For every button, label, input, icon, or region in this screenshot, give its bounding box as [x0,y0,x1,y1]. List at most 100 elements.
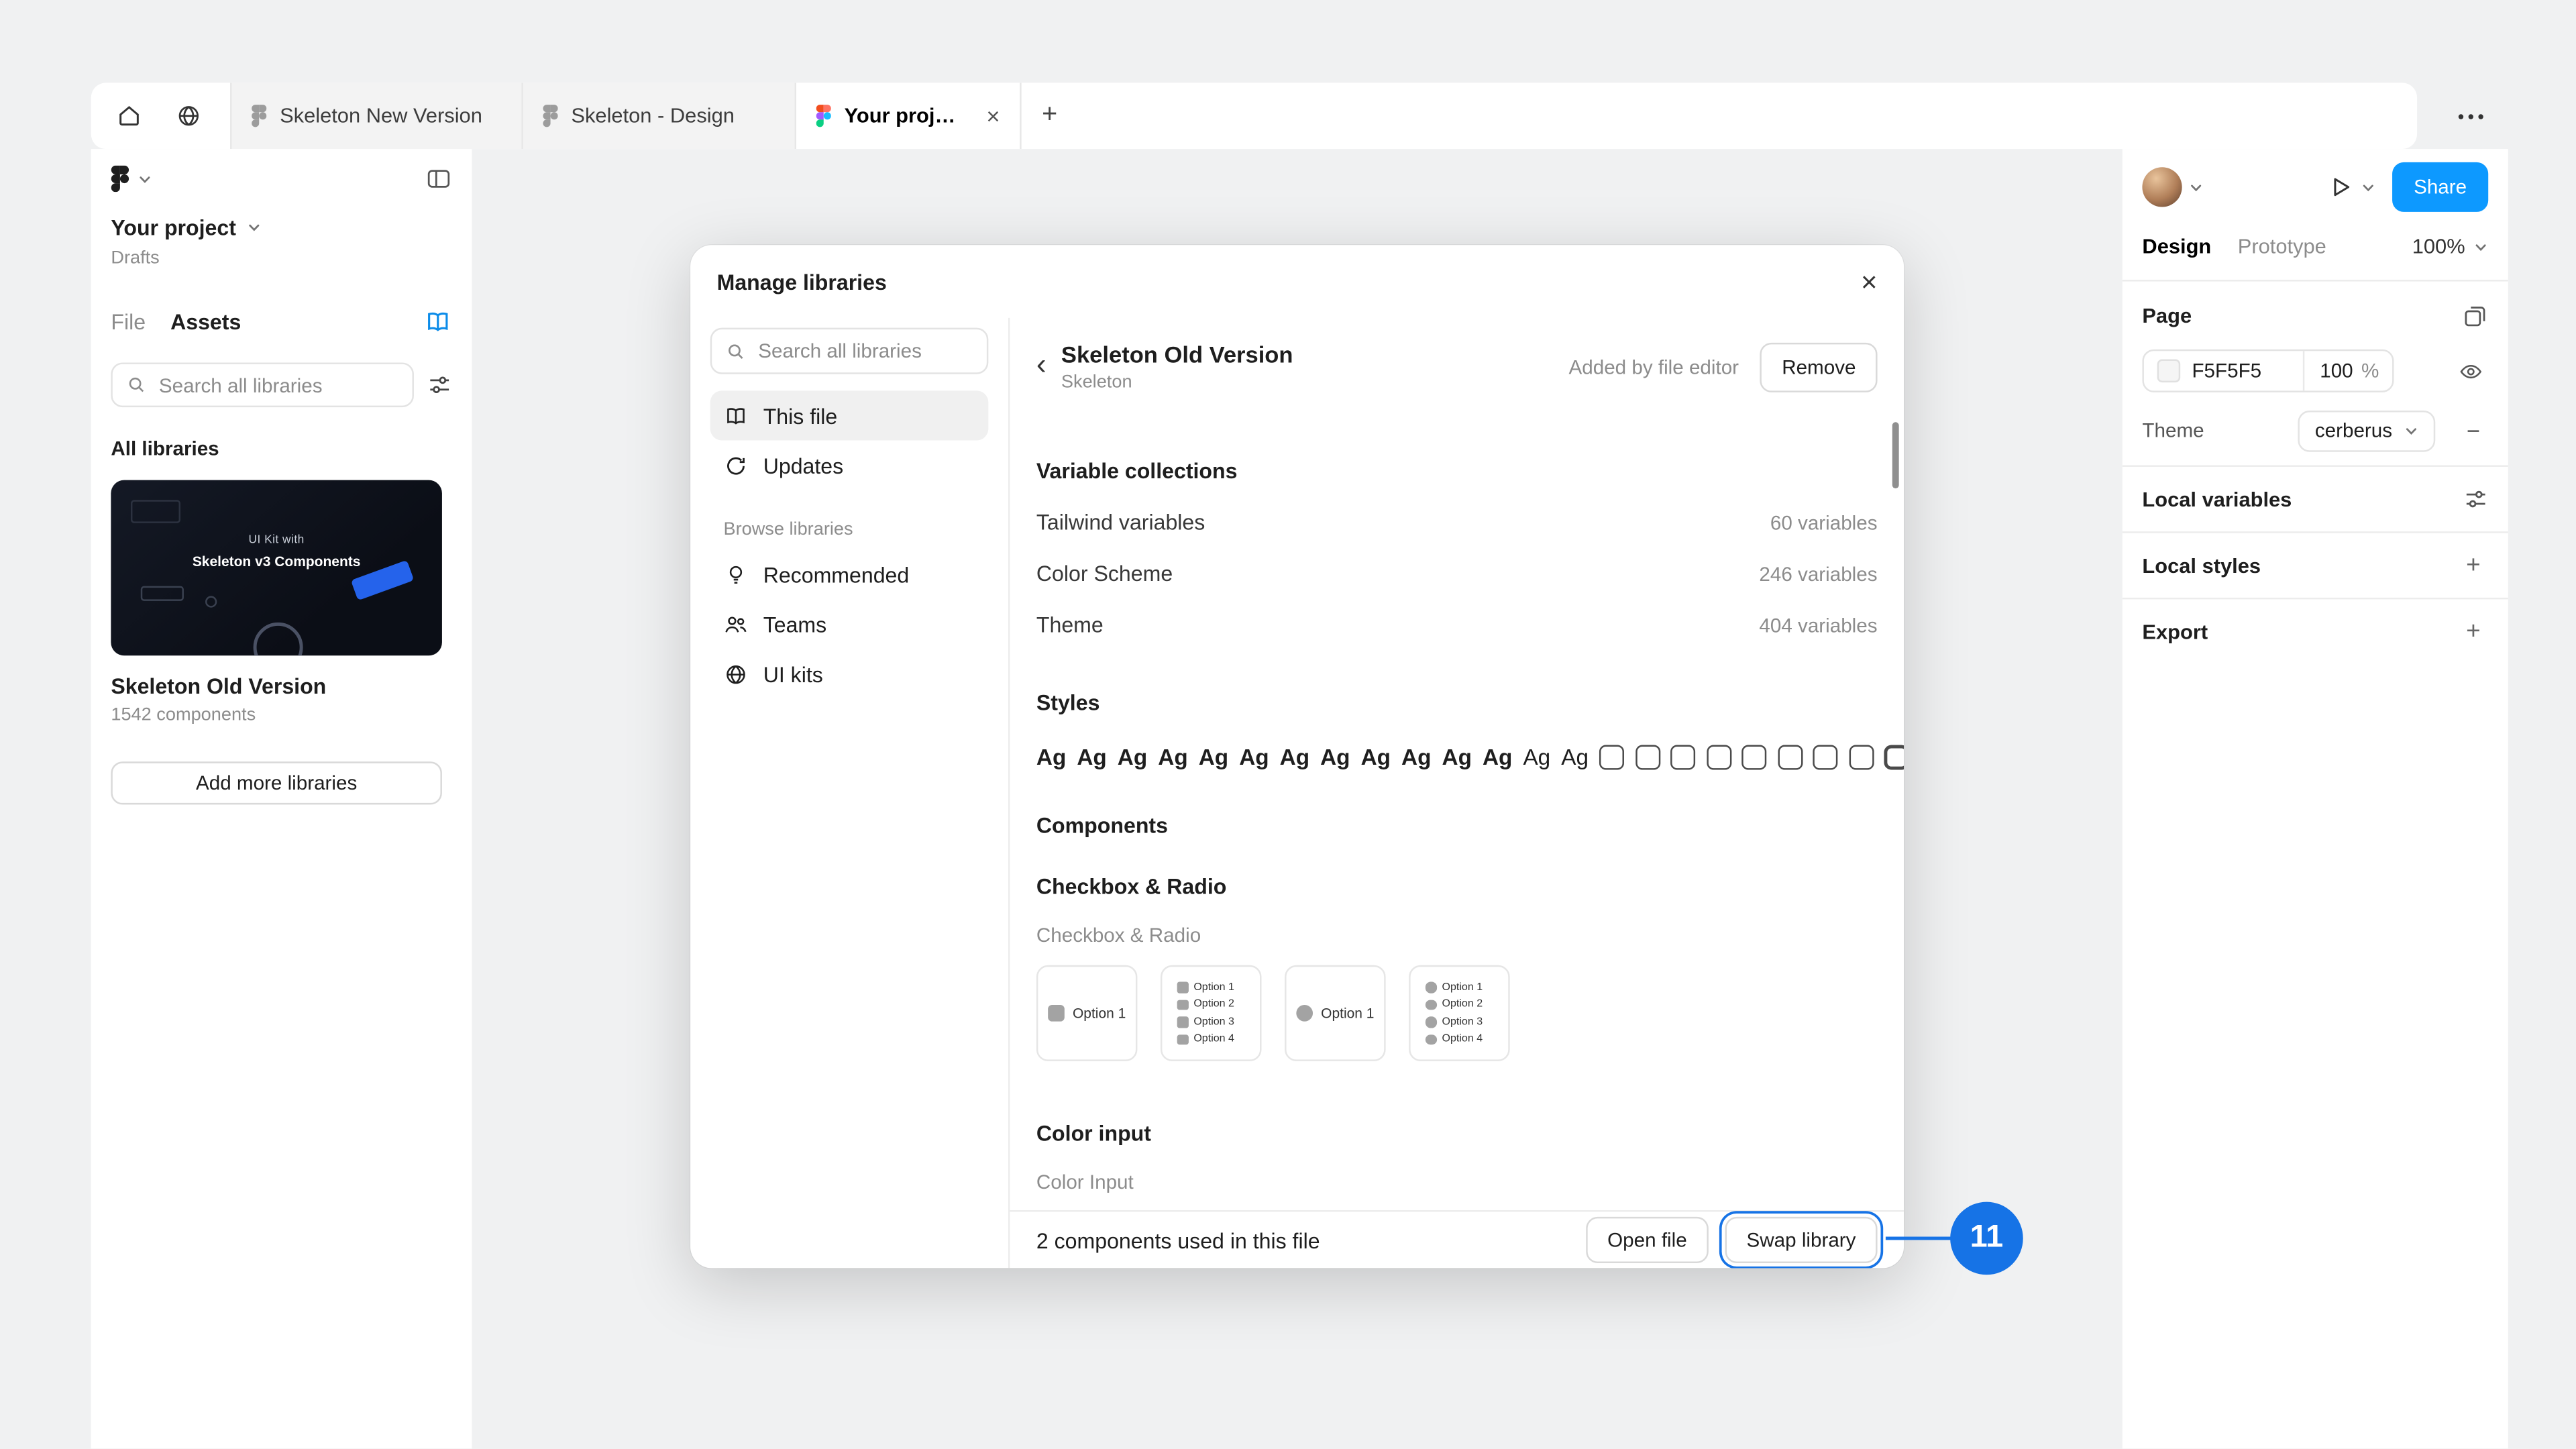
community-button[interactable] [164,91,213,141]
tab-file[interactable]: File [111,309,146,334]
color-swatch[interactable] [2157,360,2181,383]
user-avatar[interactable] [2142,167,2182,207]
page-section-label: Page [2142,305,2192,328]
library-name: Skeleton Old Version [111,674,451,698]
components-heading: Components [1036,813,1878,838]
globe-icon [723,661,748,686]
page-color-hex[interactable]: F5F5F5 [2192,360,2261,383]
tutorial-step-badge: 11 [1950,1202,2023,1275]
figma-app-window: Skeleton New Version Skeleton - Design Y… [0,0,2576,1448]
page-color-field[interactable]: F5F5F5 100 % [2142,350,2394,392]
add-more-libraries-button[interactable]: Add more libraries [111,761,442,804]
modal-scrollbar[interactable] [1892,422,1899,488]
add-style-button[interactable]: + [2459,551,2488,580]
checkbox-glyph [1177,981,1188,992]
nav-item-label: Recommended [763,562,910,587]
thumbnail-decoration [131,500,180,523]
theme-value: cerberus [2315,419,2392,442]
local-variables-section: Local variables [2123,465,2508,531]
ellipsis-icon [2458,113,2463,118]
nav-item-label: UI kits [763,661,823,686]
nav-item-teams[interactable]: Teams [710,599,989,649]
tab-label: Skeleton New Version [280,104,482,127]
tab-label: Your project [845,104,963,127]
home-icon [116,103,142,129]
component-previews: Option 1 Option 1 Option 2 Option 3 Opti… [1036,965,1878,1061]
window-more-button[interactable] [2447,96,2493,136]
nav-item-this-file[interactable]: This file [710,390,989,440]
theme-dropdown[interactable]: cerberus [2298,410,2435,451]
library-card[interactable]: UI Kit with Skeleton v3 Components Skele… [111,480,451,725]
new-tab-button[interactable]: + [1022,83,1078,149]
chevron-down-icon [138,171,152,186]
export-section: Export + [2123,598,2508,664]
grid-style-swatch-focused [1884,744,1904,769]
nav-item-updates[interactable]: Updates [710,440,989,490]
nav-item-label: This file [763,403,838,428]
nav-item-recommended[interactable]: Recommended [710,549,989,599]
close-tab-icon[interactable]: × [986,104,1000,127]
globe-icon [176,103,202,129]
nav-item-ui-kits[interactable]: UI kits [710,649,989,698]
components-used-summary: 2 components used in this file [1036,1228,1320,1252]
present-play-icon[interactable] [2328,174,2354,200]
modal-sidebar: This file Updates Browse libraries Recom… [690,318,1010,1269]
radio-glyph [1426,981,1436,992]
remove-theme-button[interactable]: − [2459,417,2488,443]
variable-collection-row: Color Scheme 246 variables [1036,548,1878,600]
file-tab-your-project-active[interactable]: Your project × [796,83,1022,149]
checkbox-glyph [1048,1005,1065,1022]
assets-search-field[interactable] [111,362,414,407]
home-button[interactable] [104,91,154,141]
toggle-sidebar-icon[interactable] [425,166,451,192]
tab-bar: Skeleton New Version Skeleton - Design Y… [91,83,2417,149]
color-input-subtitle: Color Input [1036,1171,1878,1194]
libraries-book-icon[interactable] [424,308,452,336]
close-modal-icon[interactable]: × [1861,268,1878,296]
library-components-count: 1542 components [111,705,451,725]
variables-tune-icon[interactable] [2463,487,2488,512]
back-chevron-icon[interactable]: ‹ [1036,350,1046,379]
share-button[interactable]: Share [2392,162,2488,212]
section-label: Local variables [2142,488,2292,511]
libraries-search-field[interactable] [710,328,989,374]
text-style-sample-regular: Ag [1523,744,1550,769]
swap-library-button[interactable]: Swap library [1725,1217,1877,1263]
assets-search-input[interactable] [159,374,399,397]
text-style-previews: Ag Ag Ag Ag Ag Ag Ag Ag Ag Ag Ag Ag Ag A… [1036,740,1878,773]
file-tab-skeleton-design[interactable]: Skeleton - Design [523,83,796,149]
section-label: Export [2142,620,2208,643]
figma-main-menu[interactable] [111,166,152,192]
modal-title: Manage libraries [717,269,887,294]
grid-style-swatch [1599,744,1624,769]
open-file-button[interactable]: Open file [1586,1217,1709,1263]
figma-file-icon [543,104,557,127]
added-by-text: Added by file editor [1568,355,1739,378]
libraries-search-input[interactable] [758,339,973,363]
percent-sign: % [2361,360,2379,383]
filter-tune-icon[interactable] [427,372,452,397]
local-styles-section: Local styles + [2123,531,2508,598]
remove-library-button[interactable]: Remove [1760,342,1877,392]
zoom-control[interactable]: 100% [2412,235,2488,258]
tab-design[interactable]: Design [2142,235,2211,258]
tab-assets[interactable]: Assets [170,309,241,334]
chevron-down-icon[interactable] [2189,180,2204,195]
lightbulb-icon [723,562,748,587]
pages-icon[interactable] [2462,303,2488,329]
add-export-button[interactable]: + [2459,618,2488,646]
component-group-subtitle: Checkbox & Radio [1036,924,1878,947]
thumbnail-decoration [254,623,303,655]
refresh-icon [723,453,748,478]
nav-item-label: Updates [763,453,843,478]
chevron-down-icon[interactable] [2361,180,2375,195]
page-opacity-field[interactable]: 100 % [2304,351,2379,390]
opacity-value[interactable]: 100 [2320,360,2353,383]
tab-prototype[interactable]: Prototype [2238,235,2326,258]
visibility-toggle[interactable] [2452,358,2488,383]
file-tab-skeleton-new-version[interactable]: Skeleton New Version [230,83,523,149]
zoom-level: 100% [2412,235,2465,258]
library-subtitle: Skeleton [1061,372,1293,392]
project-switcher[interactable]: Your project [91,215,472,240]
component-card-checkbox-group: Option 1 Option 2 Option 3 Option 4 [1161,965,1262,1061]
